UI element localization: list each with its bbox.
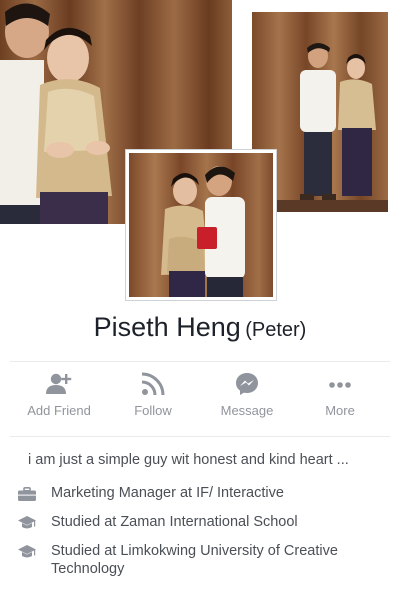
graduation-cap-icon bbox=[18, 545, 36, 559]
profile-name-row: Piseth Heng (Peter) bbox=[0, 312, 400, 343]
message-button[interactable]: Message bbox=[201, 372, 293, 428]
profile-name: Piseth Heng bbox=[93, 312, 241, 342]
intro-list: Marketing Manager at IF/ Interactive Stu… bbox=[16, 484, 392, 579]
add-friend-icon bbox=[13, 372, 105, 400]
intro-item-work[interactable]: Marketing Manager at IF/ Interactive bbox=[16, 484, 392, 512]
divider bbox=[10, 436, 390, 437]
intro-work-text: Marketing Manager at IF/ Interactive bbox=[51, 485, 284, 501]
more-icon bbox=[294, 372, 386, 400]
add-friend-label: Add Friend bbox=[27, 403, 91, 418]
profile-picture[interactable] bbox=[126, 150, 276, 300]
more-label: More bbox=[325, 403, 355, 418]
cover-photos bbox=[0, 0, 400, 305]
graduation-cap-icon bbox=[18, 516, 36, 530]
follow-button[interactable]: Follow bbox=[107, 372, 199, 428]
more-button[interactable]: More bbox=[294, 372, 386, 428]
add-friend-button[interactable]: Add Friend bbox=[13, 372, 105, 428]
profile-bio: i am just a simple guy wit honest and ki… bbox=[28, 452, 349, 468]
message-label: Message bbox=[220, 403, 274, 418]
profile-alternate-name: (Peter) bbox=[245, 319, 307, 341]
follow-label: Follow bbox=[134, 403, 172, 418]
messenger-icon bbox=[201, 372, 293, 400]
intro-item-university[interactable]: Studied at Limkokwing University of Crea… bbox=[16, 542, 392, 578]
intro-item-school[interactable]: Studied at Zaman International School bbox=[16, 513, 392, 541]
divider bbox=[10, 361, 390, 362]
intro-item-partial bbox=[16, 586, 392, 595]
follow-icon bbox=[107, 372, 199, 400]
intro-school-text: Studied at Zaman International School bbox=[51, 514, 298, 530]
intro-university-text: Studied at Limkokwing University of Crea… bbox=[51, 543, 338, 577]
profile-action-bar: Add Friend Follow Message More bbox=[0, 372, 400, 428]
briefcase-icon bbox=[18, 487, 36, 501]
